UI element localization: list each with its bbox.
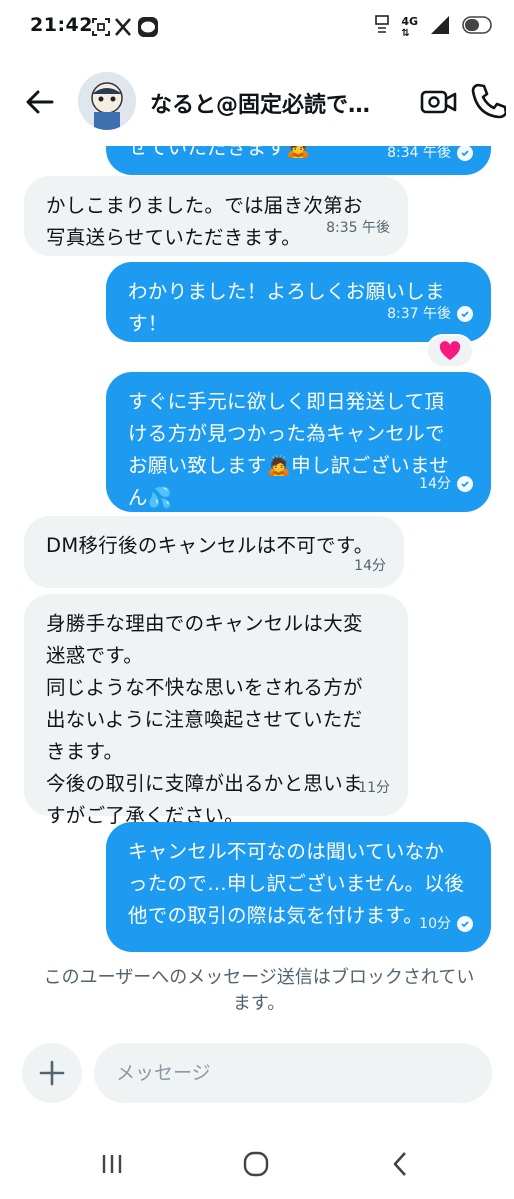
message-time: 8:35 午後 <box>326 220 390 236</box>
message-text: DM移行後のキャンセルは不可です。 <box>46 534 374 557</box>
video-call-button[interactable] <box>420 84 458 120</box>
back-icon <box>393 1152 406 1176</box>
message-bubble-received[interactable]: 身勝手な理由でのキャンセルは大変 迷惑です。 同じような不快な思いをされる方が … <box>24 594 408 827</box>
network-label: 4G ⇅ <box>401 14 418 39</box>
avatar[interactable] <box>78 72 136 130</box>
message-composer[interactable] <box>94 1043 492 1103</box>
message-time: 14分 <box>419 476 451 492</box>
conversation-header: なると@固定必読で… <box>0 60 514 146</box>
message-bubble-sent[interactable]: わかりました！よろしくお願いしま す！ 8:37 午後 <box>106 262 491 342</box>
message-bubble-sent[interactable]: キャンセル不可なのは聞いていなか ったので…申し訳ございません。以後 他での取引… <box>106 822 491 952</box>
back-button[interactable] <box>20 82 60 122</box>
page-title[interactable]: なると@固定必読で… <box>150 87 380 119</box>
message-text: すぐに手元に欲しく即日発送して頂 ける方が見つかった為キャンセルで お願い致しま… <box>128 390 449 509</box>
recent-apps-button[interactable] <box>92 1148 132 1180</box>
scan-icon <box>92 18 110 40</box>
back-nav-button[interactable] <box>380 1148 420 1180</box>
plus-icon <box>39 1060 65 1086</box>
message-time: 10分 <box>419 916 451 932</box>
blocked-notice: このユーザーへのメッセージ送信はブロックされてい ます。 <box>43 967 475 1014</box>
signal-icon <box>430 15 450 39</box>
read-check-icon <box>457 916 473 932</box>
home-button[interactable] <box>236 1148 276 1180</box>
read-check-icon <box>457 145 473 161</box>
mute-icon <box>375 14 390 40</box>
message-bubble-received[interactable]: かしこまりました。では届き次第お 写真送らせていただきます。 8:35 午後 <box>24 176 408 256</box>
message-text: キャンセル不可なのは聞いていなか ったので…申し訳ございません。以後 他での取引… <box>128 840 465 927</box>
add-attachment-button[interactable] <box>22 1043 82 1103</box>
arrow-left-icon <box>26 90 54 114</box>
message-time: 14分 <box>354 558 386 574</box>
message-bubble-received[interactable]: DM移行後のキャンセルは不可です。 14分 <box>24 516 404 588</box>
message-time: 8:37 午後 <box>387 306 451 322</box>
heart-icon <box>439 341 461 360</box>
read-check-icon <box>457 476 473 492</box>
message-input[interactable] <box>116 1043 476 1103</box>
message-time: 11分 <box>358 780 390 796</box>
recent-apps-icon <box>102 1155 122 1173</box>
reaction-heart[interactable] <box>426 334 474 368</box>
video-call-icon <box>420 90 457 114</box>
line-app-icon <box>138 17 158 41</box>
message-bubble-sent[interactable]: すぐに手元に欲しく即日発送して頂 ける方が見つかった為キャンセルで お願い致しま… <box>106 372 491 512</box>
phone-call-button[interactable] <box>470 82 508 120</box>
status-time: 21:42 <box>30 14 93 36</box>
battery-icon <box>462 16 492 38</box>
system-nav-bar <box>0 1130 514 1199</box>
phone-icon <box>471 83 508 119</box>
x-logo-icon <box>114 18 132 40</box>
status-bar: 21:42 4G ⇅ <box>0 0 514 56</box>
read-check-icon <box>457 306 473 322</box>
home-icon <box>243 1151 269 1177</box>
message-text: 身勝手な理由でのキャンセルは大変 迷惑です。 同じような不快な思いをされる方が … <box>46 612 363 827</box>
